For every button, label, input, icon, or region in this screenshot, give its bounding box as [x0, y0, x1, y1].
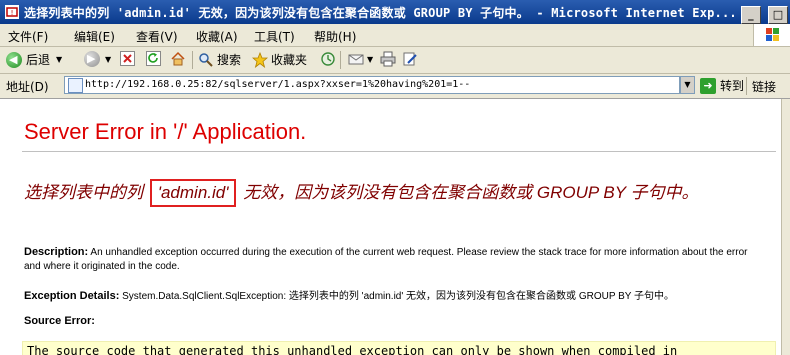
- home-button[interactable]: [170, 51, 186, 67]
- error-message: 选择列表中的列 'admin.id' 无效，因为该列没有包含在聚合函数或 GRO…: [24, 179, 764, 207]
- search-button[interactable]: 搜索: [198, 51, 241, 68]
- highlighted-column: 'admin.id': [149, 179, 237, 207]
- go-label: 转到: [720, 79, 745, 93]
- maximize-button[interactable]: □: [768, 6, 788, 24]
- source-code-text: The source code that generated this unha…: [27, 344, 678, 355]
- description: Description: An unhandled exception occu…: [24, 245, 764, 274]
- menu-tools[interactable]: 工具(T): [254, 28, 295, 45]
- refresh-button[interactable]: [146, 51, 161, 66]
- back-arrow-icon: ◀: [6, 51, 22, 68]
- mail-icon: [348, 54, 364, 65]
- go-arrow-icon: ➜: [700, 77, 716, 94]
- history-icon: [321, 52, 335, 66]
- edit-page-icon: [403, 52, 417, 66]
- vertical-scrollbar[interactable]: [781, 99, 790, 355]
- title-bar: ! 选择列表中的列 'admin.id' 无效，因为该列没有包含在聚合函数或 G…: [0, 0, 790, 24]
- forward-dropdown-icon[interactable]: ▼: [105, 55, 111, 64]
- ie-logo-icon: !: [5, 5, 19, 19]
- page-title: Server Error in '/' Application.: [24, 119, 307, 144]
- source-error-label: Source Error:: [24, 315, 95, 327]
- search-icon: [199, 52, 213, 67]
- edit-button[interactable]: [402, 51, 418, 67]
- stop-icon: [120, 51, 135, 66]
- description-text: An unhandled exception occurred during t…: [24, 247, 748, 272]
- back-dropdown-icon[interactable]: ▼: [56, 55, 62, 64]
- mail-button[interactable]: ▼: [348, 51, 373, 67]
- go-button[interactable]: ➜ 转到: [700, 77, 744, 94]
- exception-text: System.Data.SqlClient.SqlException: 选择列表…: [122, 291, 675, 302]
- back-button[interactable]: ◀ 后退 ▼: [6, 51, 62, 68]
- stop-button[interactable]: [120, 51, 135, 66]
- window-title: 选择列表中的列 'admin.id' 无效，因为该列没有包含在聚合函数或 GRO…: [24, 6, 737, 20]
- home-icon: [171, 51, 185, 66]
- address-input[interactable]: http://192.168.0.25:82/sqlserver/1.aspx?…: [64, 76, 680, 94]
- back-label: 后退: [26, 53, 51, 67]
- page-content: Server Error in '/' Application. 选择列表中的列…: [0, 99, 782, 355]
- address-url: http://192.168.0.25:82/sqlserver/1.aspx?…: [85, 79, 471, 90]
- svg-text:!: !: [11, 9, 14, 17]
- links-button[interactable]: 链接: [752, 78, 776, 95]
- mail-dropdown-icon[interactable]: ▼: [367, 55, 373, 64]
- forward-arrow-icon: ▶: [84, 51, 100, 67]
- divider: [22, 151, 776, 152]
- forward-button[interactable]: ▶ ▼: [84, 51, 111, 67]
- print-button[interactable]: [380, 51, 396, 67]
- favorites-label: 收藏夹: [271, 53, 308, 67]
- address-separator: [746, 77, 747, 95]
- refresh-icon: [146, 51, 161, 66]
- menu-view[interactable]: 查看(V): [136, 28, 178, 45]
- star-icon: [252, 51, 268, 68]
- address-dropdown-icon[interactable]: ▼: [680, 76, 695, 94]
- error-message-prefix: 选择列表中的列: [24, 183, 148, 202]
- print-icon: [380, 51, 396, 67]
- toolbar: ◀ 后退 ▼ ▶ ▼ 搜索 收藏夹 ▼: [0, 47, 790, 74]
- history-button[interactable]: [320, 51, 336, 67]
- page-icon: [68, 78, 83, 93]
- menu-file[interactable]: 文件(F): [8, 28, 48, 45]
- toolbar-separator: [192, 51, 193, 69]
- address-label: 地址(D): [6, 80, 49, 94]
- description-label: Description:: [24, 246, 89, 258]
- exception-details: Exception Details: System.Data.SqlClient…: [24, 287, 774, 302]
- minimize-button[interactable]: _: [740, 6, 761, 24]
- toolbar-separator-2: [340, 51, 341, 69]
- menu-bar: 文件(F) 编辑(E) 查看(V) 收藏(A) 工具(T) 帮助(H): [0, 24, 790, 47]
- windows-flag-icon: [753, 24, 790, 46]
- search-label: 搜索: [217, 53, 242, 67]
- address-bar: 地址(D) http://192.168.0.25:82/sqlserver/1…: [0, 74, 790, 99]
- favorites-button[interactable]: 收藏夹: [252, 51, 307, 68]
- menu-help[interactable]: 帮助(H): [314, 28, 356, 45]
- exception-label: Exception Details:: [24, 290, 120, 302]
- menu-favorites[interactable]: 收藏(A): [196, 28, 238, 45]
- window-controls: _ □: [739, 3, 788, 24]
- error-message-suffix: 无效，因为该列没有包含在聚合函数或 GROUP BY 子句中。: [238, 183, 699, 202]
- menu-edit[interactable]: 编辑(E): [74, 28, 115, 45]
- source-code-box: The source code that generated this unha…: [22, 341, 776, 355]
